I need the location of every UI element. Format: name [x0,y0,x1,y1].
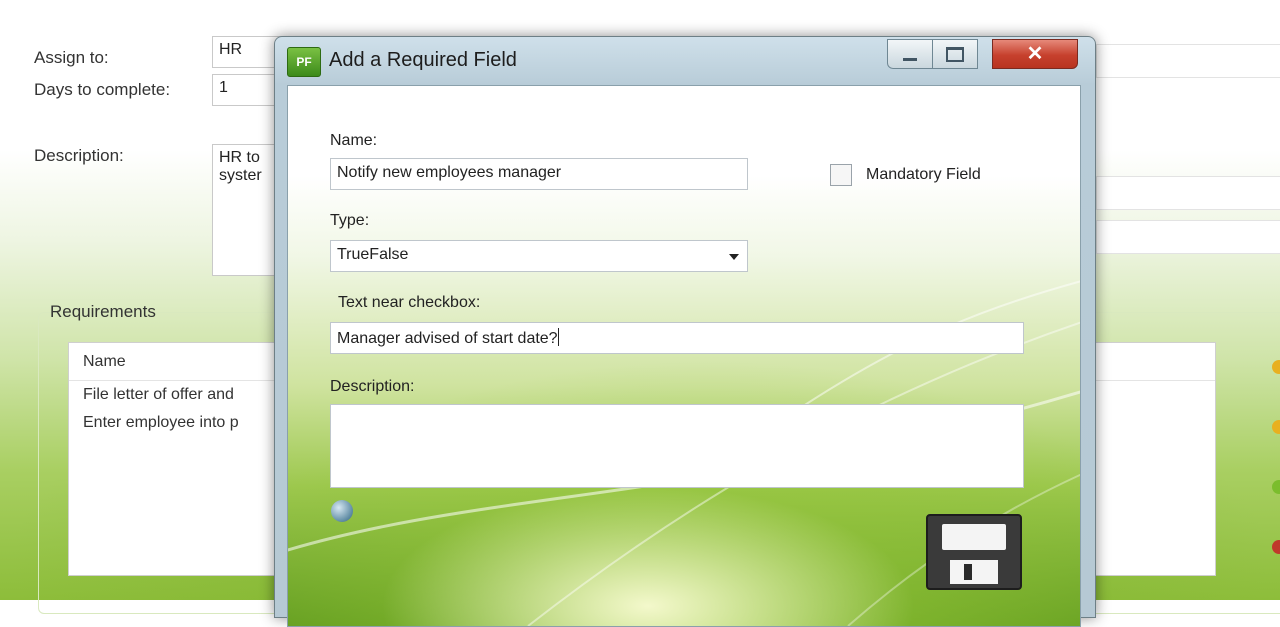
name-input[interactable]: Notify new employees manager [330,158,748,190]
checkbox-text-input[interactable]: Manager advised of start date? [330,322,1024,354]
close-button[interactable]: ✕ [992,39,1078,69]
mandatory-field-label[interactable]: Mandatory Field [866,166,981,184]
chevron-down-icon[interactable] [729,254,739,260]
days-to-complete-label: Days to complete: [34,80,171,99]
type-label: Type: [330,212,370,229]
right-field-3[interactable] [1096,220,1280,254]
description-label: Description: [330,378,415,395]
status-dot-icon[interactable] [1272,360,1280,374]
dialog-title-bar[interactable]: PF Add a Required Field ✕ [275,37,1095,85]
status-dot-icon[interactable] [1272,420,1280,434]
dialog-title: Add a Required Field [329,49,517,71]
right-field-2[interactable] [1096,176,1280,210]
description-textarea[interactable] [330,404,1024,488]
maximize-button[interactable] [932,39,978,69]
type-dropdown[interactable]: TrueFalse [330,240,748,272]
requirements-group-title: Requirements [50,302,156,321]
minimize-icon [903,57,917,61]
close-icon: ✕ [1026,43,1044,65]
dialog-client-area: Name: Notify new employees manager Manda… [287,85,1081,627]
app-logo-icon: PF [287,47,321,77]
add-required-field-dialog: PF Add a Required Field ✕ Name: Notify n… [274,36,1096,627]
checkbox-text-value: Manager advised of start date? [337,330,558,347]
type-dropdown-value: TrueFalse [337,246,409,263]
mandatory-field-checkbox[interactable] [830,164,852,186]
minimize-button[interactable] [887,39,933,69]
right-field-1[interactable] [1096,44,1280,78]
status-dot-icon[interactable] [1272,480,1280,494]
status-dot-icon[interactable] [1272,540,1280,554]
maximize-icon [946,46,964,62]
name-label: Name: [330,132,378,149]
save-button[interactable] [926,514,1022,590]
help-globe-icon[interactable] [331,500,353,522]
assign-to-label: Assign to: [34,48,109,67]
text-caret [557,328,559,346]
description-label-bg: Description: [34,146,124,165]
checkbox-text-label: Text near checkbox: [338,294,481,311]
